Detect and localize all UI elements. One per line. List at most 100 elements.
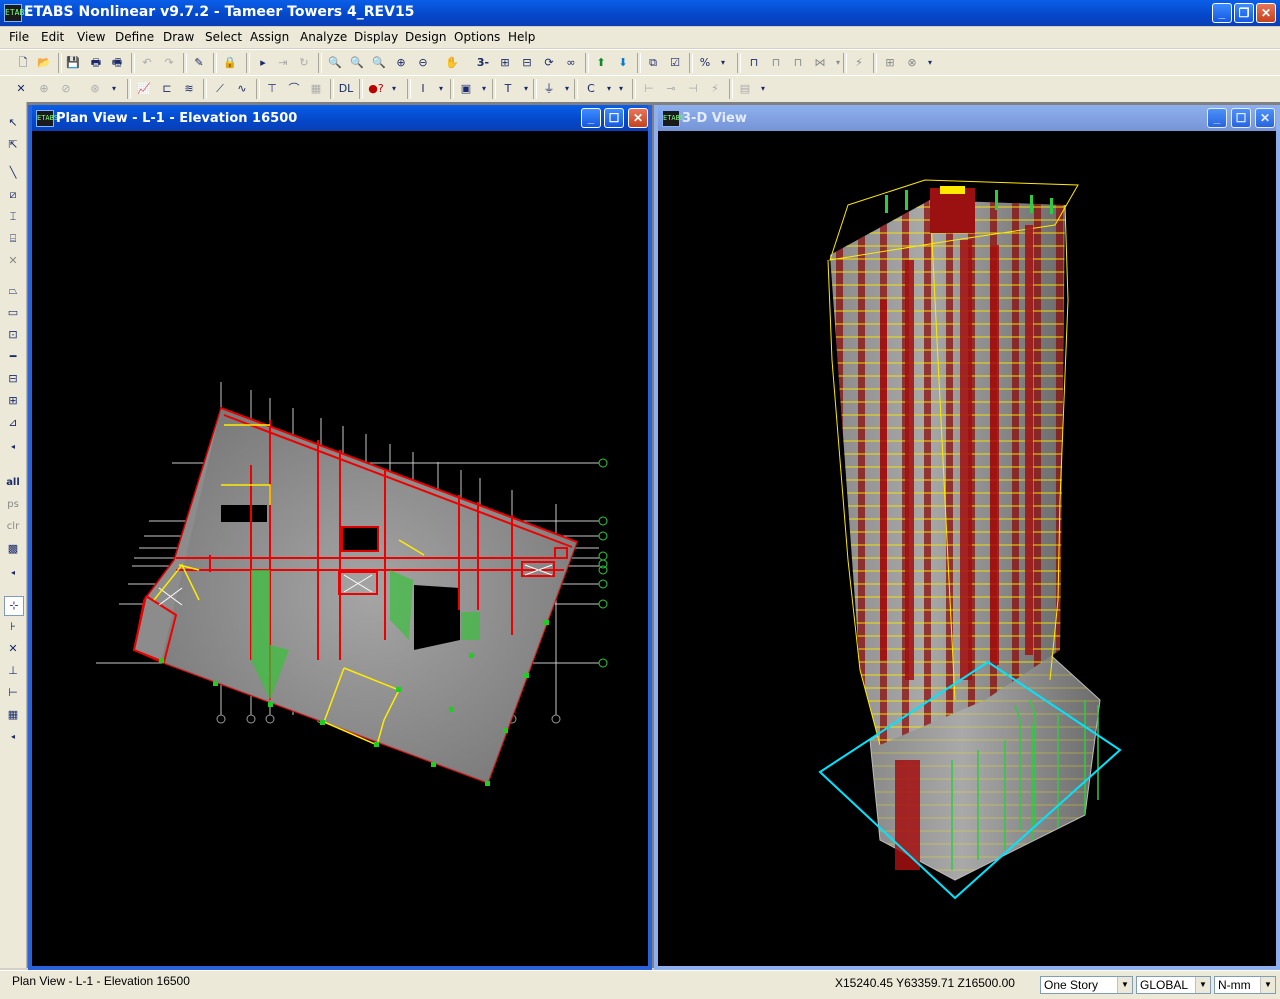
dead-live-icon[interactable]: DL xyxy=(337,80,355,98)
menu-file[interactable]: File xyxy=(9,30,29,44)
clear-selection-button[interactable]: clr xyxy=(4,518,22,536)
show-forces-icon[interactable]: ⊓ xyxy=(789,54,807,72)
plan-view-title-bar[interactable]: ETABS Plan View - L-1 - Elevation 16500 … xyxy=(32,105,648,131)
draw-wave-icon[interactable]: ∿ xyxy=(233,80,251,98)
restraint-icon[interactable]: ⚡ xyxy=(706,80,724,98)
draw-area-icon[interactable]: ⏢ xyxy=(4,282,22,300)
minimize-button[interactable]: _ xyxy=(1212,3,1232,23)
snap-ends-icon[interactable]: ⊦ xyxy=(4,618,22,636)
snap-icon[interactable]: ⊕ xyxy=(35,80,53,98)
expand-arrow2-icon[interactable]: ◂ xyxy=(4,564,22,582)
draw-grid-area-icon[interactable]: ⊞ xyxy=(4,392,22,410)
redo-icon[interactable]: ↷ xyxy=(160,54,178,72)
coord-system-dropdown[interactable]: GLOBAL ▼ xyxy=(1136,976,1211,994)
menu-analyze[interactable]: Analyze xyxy=(300,30,347,44)
draw-beam-grid-icon[interactable]: ⌸ xyxy=(4,230,22,248)
chevron-down-icon[interactable]: ▼ xyxy=(1117,977,1132,993)
threed-minimize-button[interactable]: _ xyxy=(1207,108,1227,128)
draw-brace-icon[interactable]: ⧄ xyxy=(4,186,22,204)
zoom-full-icon[interactable]: 🔍 xyxy=(370,54,388,72)
lightning-icon[interactable]: ⚡ xyxy=(850,54,868,72)
intersecting-line-icon[interactable]: ▩ xyxy=(4,540,22,558)
run-step-icon[interactable]: ⇥ xyxy=(274,54,292,72)
move-down-icon[interactable]: ⬇ xyxy=(614,54,632,72)
zoom-out-icon[interactable]: ⊖ xyxy=(414,54,432,72)
show-deformed-icon[interactable]: ⊓ xyxy=(767,54,785,72)
open-folder-icon[interactable]: 📂 xyxy=(35,54,53,72)
menu-define[interactable]: Define xyxy=(115,30,154,44)
percent-icon[interactable]: % xyxy=(696,54,714,72)
layers-icon[interactable]: ≋ xyxy=(180,80,198,98)
snap-fine-grid-icon[interactable]: ▦ xyxy=(4,706,22,724)
chevron-down-icon[interactable]: ▼ xyxy=(1195,977,1210,993)
plan-view-window[interactable]: ETABS Plan View - L-1 - Elevation 16500 … xyxy=(28,105,652,970)
undo-icon[interactable]: ↶ xyxy=(138,54,156,72)
three-d-view-window[interactable]: ETABS 3-D View _ ☐ ✕ xyxy=(654,105,1280,970)
run-analysis-icon[interactable]: ▸ xyxy=(254,54,272,72)
help-query-icon[interactable]: ●? xyxy=(367,80,385,98)
threed-close-button[interactable]: ✕ xyxy=(1255,108,1275,128)
show-member-forces-icon[interactable]: ⋈ xyxy=(811,54,829,72)
design-dropdown-icon[interactable]: ▾ xyxy=(921,54,939,72)
object-shrink-icon[interactable]: ⧉ xyxy=(644,54,662,72)
draw-rectangle-icon[interactable]: ▭ xyxy=(4,304,22,322)
cross-icon[interactable]: ✕ xyxy=(12,80,30,98)
snap-points-icon[interactable]: ⊹ xyxy=(4,596,24,616)
query-dropdown-icon[interactable]: ▾ xyxy=(385,80,403,98)
zoom-window-icon[interactable]: 🔍 xyxy=(326,54,344,72)
frame-section-icon[interactable]: T xyxy=(499,80,517,98)
menu-select[interactable]: Select xyxy=(205,30,242,44)
story-select-dropdown[interactable]: One Story ▼ xyxy=(1040,976,1133,994)
three-d-view-title-bar[interactable]: ETABS 3-D View _ ☐ ✕ xyxy=(658,105,1276,131)
plan-view-icon[interactable]: ⊞ xyxy=(496,54,514,72)
restore-button[interactable]: ❐ xyxy=(1234,3,1254,23)
three-d-view-button[interactable]: 3-d xyxy=(474,54,492,87)
design-options-icon[interactable]: ⊗ xyxy=(903,54,921,72)
perspective-icon[interactable]: ∞ xyxy=(562,54,580,72)
rotate-view-icon[interactable]: ⟳ xyxy=(540,54,558,72)
three-d-view-canvas[interactable] xyxy=(658,131,1276,966)
reshape-pointer-icon[interactable]: ⇱ xyxy=(4,136,22,154)
menu-help[interactable]: Help xyxy=(508,30,535,44)
draw-polyline-icon[interactable]: ⟋ xyxy=(211,80,229,98)
menu-options[interactable]: Options xyxy=(454,30,500,44)
show-frame-icon[interactable]: ⊓ xyxy=(745,54,763,72)
pencil-icon[interactable]: ✎ xyxy=(190,54,208,72)
previous-selection-button[interactable]: ps xyxy=(4,496,22,514)
expand-arrow-icon[interactable]: ◂ xyxy=(4,438,22,456)
chevron-down-icon[interactable]: ▼ xyxy=(1260,977,1275,993)
print-icon[interactable]: 🖶 xyxy=(87,54,105,72)
new-file-icon[interactable]: 🗋 xyxy=(14,54,32,72)
snap-dropdown-icon[interactable]: ▾ xyxy=(105,80,123,98)
table-icon[interactable]: ▤ xyxy=(736,80,754,98)
arc-icon[interactable]: ⌒ xyxy=(285,80,303,98)
draw-opening-icon[interactable]: ⊟ xyxy=(4,370,22,388)
wall-icon[interactable]: ⏚ xyxy=(540,80,558,98)
plan-view-canvas[interactable] xyxy=(32,131,648,966)
etabs-app-icon[interactable]: ETABS xyxy=(4,4,29,22)
brace-icon[interactable]: ▦ xyxy=(307,80,325,98)
lock-icon[interactable]: 🔒 xyxy=(221,54,239,72)
c-shape-dropdown2-icon[interactable]: ▾ xyxy=(612,80,630,98)
draw-x-brace-icon[interactable]: ✕ xyxy=(4,252,22,270)
move-up-icon[interactable]: ⬆ xyxy=(592,54,610,72)
area-dropdown-icon[interactable]: ▾ xyxy=(475,80,493,98)
close-button[interactable]: ✕ xyxy=(1256,3,1276,23)
menu-assign[interactable]: Assign xyxy=(250,30,289,44)
save-icon[interactable]: 💾 xyxy=(64,54,82,72)
pointer-icon[interactable]: ↖ xyxy=(4,114,22,132)
refresh-icon[interactable]: ↻ xyxy=(295,54,313,72)
menu-edit[interactable]: Edit xyxy=(41,30,64,44)
select-all-button[interactable]: all xyxy=(4,474,22,492)
draw-line-icon[interactable]: ╲ xyxy=(4,164,22,182)
spring-icon[interactable]: ⊣ xyxy=(684,80,702,98)
table-dropdown-icon[interactable]: ▾ xyxy=(754,80,772,98)
set-display-options-icon[interactable]: ☑ xyxy=(666,54,684,72)
area-icon[interactable]: ▣ xyxy=(457,80,475,98)
plan-maximize-button[interactable]: ☐ xyxy=(604,108,624,128)
elevation-view-icon[interactable]: ⊟ xyxy=(518,54,536,72)
grid-snap-icon[interactable]: ⊛ xyxy=(86,80,104,98)
link-icon[interactable]: ⊸ xyxy=(662,80,680,98)
dimension-icon[interactable]: ⊢ xyxy=(640,80,658,98)
design-icon[interactable]: ⊞ xyxy=(881,54,899,72)
